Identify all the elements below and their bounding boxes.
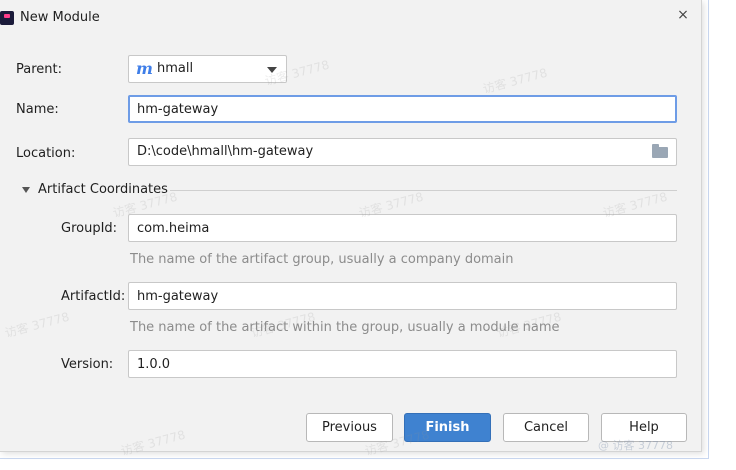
folder-icon[interactable] <box>652 144 668 158</box>
triangle-down-icon <box>22 186 30 193</box>
dialog-title: New Module <box>20 10 100 25</box>
section-divider <box>170 190 677 191</box>
chevron-down-icon <box>267 67 277 73</box>
artifact-coordinates-label: Artifact Coordinates <box>38 182 168 197</box>
close-button[interactable]: × <box>674 6 692 24</box>
groupid-input[interactable] <box>128 214 677 242</box>
artifact-coordinates-toggle[interactable]: Artifact Coordinates <box>22 182 168 197</box>
groupid-label: GroupId: <box>61 221 118 236</box>
corner-watermark: @ 访客 37778 <box>598 439 673 452</box>
location-value: D:\code\hmall\hm-gateway <box>137 144 314 159</box>
parent-label: Parent: <box>16 62 62 77</box>
artifactid-input[interactable] <box>128 282 677 310</box>
version-input[interactable] <box>128 350 677 378</box>
location-label: Location: <box>16 146 76 161</box>
new-module-dialog: New Module × Parent: m hmall Name: Locat… <box>0 0 702 458</box>
name-input[interactable] <box>128 95 677 123</box>
parent-dropdown[interactable]: m hmall <box>128 55 287 83</box>
intellij-app-icon <box>0 11 14 25</box>
maven-module-icon: m <box>136 59 153 78</box>
artifactid-hint: The name of the artifact within the grou… <box>130 320 560 335</box>
cancel-button[interactable]: Cancel <box>503 413 589 442</box>
location-field[interactable]: D:\code\hmall\hm-gateway <box>128 138 677 166</box>
artifactid-label: ArtifactId: <box>61 289 126 304</box>
title-bar: New Module × <box>0 0 701 36</box>
watermark: 访客 37778 <box>481 65 549 97</box>
version-label: Version: <box>61 357 114 372</box>
parent-value: hmall <box>157 61 194 76</box>
finish-button[interactable]: Finish <box>404 413 491 442</box>
previous-button[interactable]: Previous <box>306 413 393 442</box>
watermark: 访客 37778 <box>3 309 71 341</box>
name-label: Name: <box>16 102 59 117</box>
groupid-hint: The name of the artifact group, usually … <box>130 252 514 267</box>
